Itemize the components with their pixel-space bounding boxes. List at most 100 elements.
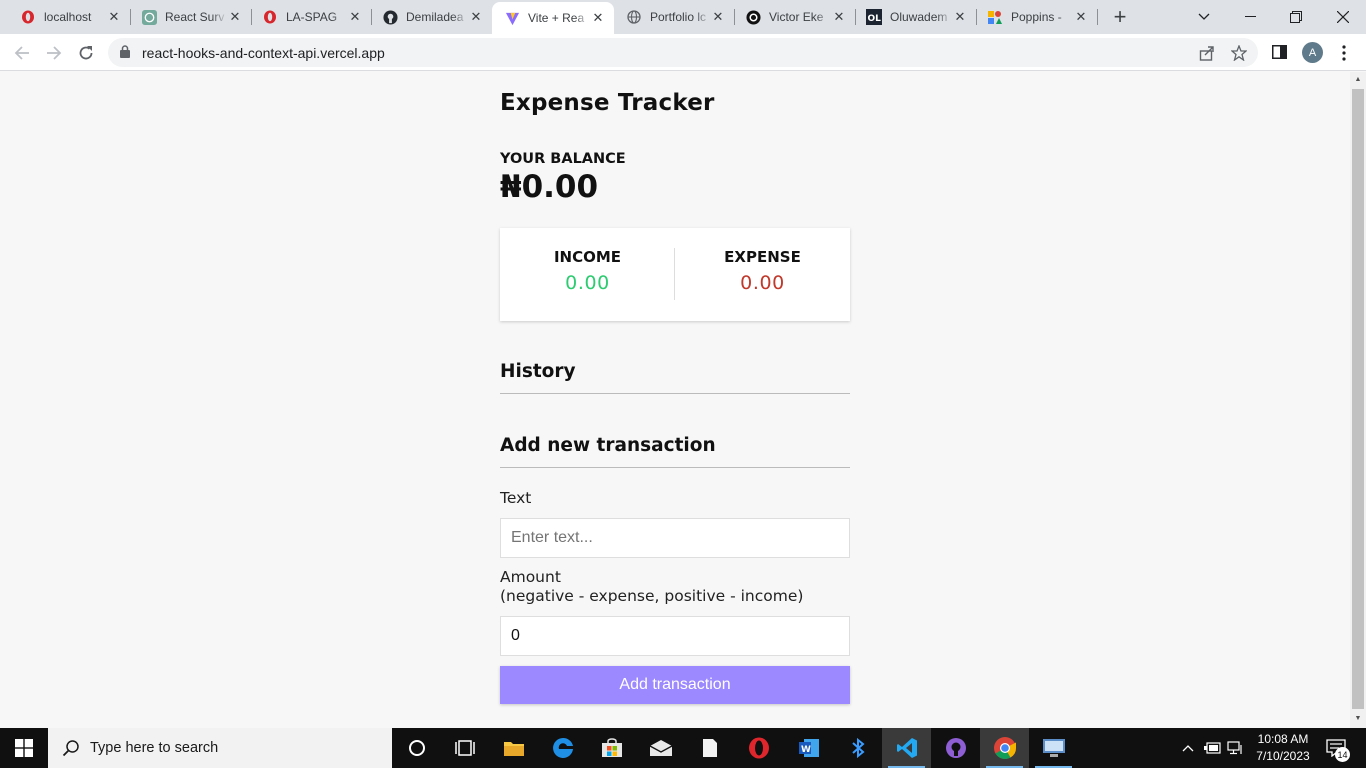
task-view-icon[interactable] [440, 728, 489, 768]
text-input[interactable] [500, 518, 850, 558]
tab-localhost[interactable]: localhost ✕ [0, 0, 130, 34]
notifications-icon[interactable]: 14 [1322, 728, 1350, 768]
tab-label: React Surv [165, 10, 225, 24]
vscode-icon[interactable] [882, 728, 931, 768]
app-title: Expense Tracker [500, 90, 715, 116]
close-icon[interactable]: ✕ [1073, 9, 1089, 25]
balance-label: YOUR BALANCE [500, 151, 626, 167]
text-field-label: Text [500, 489, 532, 507]
tab-portfolio[interactable]: Portfolio lc ✕ [614, 0, 734, 34]
lock-icon[interactable] [120, 45, 130, 63]
balance-amount: ₦0.00 [500, 169, 599, 205]
income-label: INCOME [553, 248, 622, 266]
tab-label: Portfolio lc [650, 10, 707, 24]
tab-poppins[interactable]: Poppins - ✕ [977, 0, 1097, 34]
github-icon [382, 9, 398, 25]
windows-start-icon[interactable] [0, 728, 48, 768]
clock-time: 10:08 AM [1257, 732, 1309, 746]
side-panel-icon[interactable] [1270, 43, 1288, 61]
tab-vite-react[interactable]: Vite + Rea ✕ [492, 2, 614, 34]
add-transaction-heading: Add new transaction [500, 435, 850, 468]
income-amount: 0.00 [565, 272, 610, 294]
tab-search-button[interactable] [1181, 0, 1227, 34]
remote-desktop-icon[interactable] [1029, 728, 1078, 768]
restore-button[interactable] [1273, 0, 1319, 34]
chrome-icon[interactable] [980, 728, 1029, 768]
close-icon[interactable]: ✕ [468, 9, 484, 25]
address-bar[interactable]: react-hooks-and-context-api.vercel.app [108, 38, 1258, 67]
file-explorer-icon[interactable] [489, 728, 538, 768]
close-window-button[interactable] [1320, 0, 1366, 34]
tab-label: LA-SPAG [286, 10, 338, 24]
amount-hint: (negative - expense, positive - income) [500, 587, 804, 605]
notification-count-badge: 14 [1335, 747, 1350, 762]
svg-text:OL: OL [868, 14, 882, 24]
notepad-icon[interactable] [685, 728, 734, 768]
microsoft-store-icon[interactable] [587, 728, 636, 768]
word-icon[interactable]: W [784, 728, 833, 768]
scroll-up-icon[interactable]: ▲ [1354, 76, 1362, 84]
ol-icon: OL [866, 9, 882, 25]
cortana-icon[interactable] [392, 728, 441, 768]
close-icon[interactable]: ✕ [831, 9, 847, 25]
tab-github[interactable]: Demiladea ✕ [372, 0, 492, 34]
tab-label: localhost [44, 10, 92, 24]
close-icon[interactable]: ✕ [227, 9, 243, 25]
battery-icon[interactable] [1201, 728, 1223, 768]
amount-input[interactable] [500, 616, 850, 656]
tab-oluwadem[interactable]: OL Oluwadem ✕ [856, 0, 976, 34]
vite-icon [504, 10, 520, 26]
search-icon [62, 739, 80, 757]
system-clock[interactable]: 10:08 AM 7/10/2023 [1250, 731, 1316, 765]
close-icon[interactable]: ✕ [347, 9, 363, 25]
svg-text:W: W [801, 745, 811, 755]
back-button[interactable] [9, 40, 35, 66]
scroll-down-icon[interactable]: ▼ [1354, 715, 1362, 723]
chatgpt-icon [141, 9, 157, 25]
tab-label: Vite + Rea [528, 11, 585, 25]
close-icon[interactable]: ✕ [710, 9, 726, 25]
share-icon[interactable] [1198, 44, 1216, 62]
url-text: react-hooks-and-context-api.vercel.app [142, 45, 385, 61]
forward-button[interactable] [41, 40, 67, 66]
mail-icon[interactable] [636, 728, 685, 768]
expense-amount: 0.00 [740, 272, 785, 294]
expense-column: EXPENSE 0.00 [675, 248, 850, 294]
site-icon [745, 9, 761, 25]
tab-label: Poppins - [1011, 10, 1062, 24]
opera-icon [20, 9, 36, 25]
taskbar-search[interactable]: Type here to search [48, 728, 392, 768]
tab-label: Demiladea [406, 10, 464, 24]
page-scrollbar[interactable]: ▲ ▼ [1350, 72, 1366, 728]
tab-victor-eke[interactable]: Victor Eke ✕ [735, 0, 855, 34]
income-expense-card: INCOME 0.00 EXPENSE 0.00 [500, 228, 850, 321]
history-heading: History [500, 361, 850, 394]
tab-react-survey[interactable]: React Surv ✕ [131, 0, 251, 34]
close-icon[interactable]: ✕ [590, 10, 606, 26]
scrollbar-thumb[interactable] [1352, 89, 1364, 709]
opera-taskbar-icon[interactable] [734, 728, 783, 768]
search-placeholder: Type here to search [90, 740, 219, 756]
bookmark-star-icon[interactable] [1230, 44, 1248, 62]
close-icon[interactable]: ✕ [106, 9, 122, 25]
page-viewport: Expense Tracker YOUR BALANCE ₦0.00 INCOM… [0, 72, 1350, 728]
minimize-button[interactable] [1227, 0, 1273, 34]
amount-field-label: Amount (negative - expense, positive - i… [500, 568, 803, 606]
browser-menu-icon[interactable] [1337, 42, 1351, 64]
bluetooth-icon[interactable] [833, 728, 882, 768]
opera-icon [262, 9, 278, 25]
reload-button[interactable] [73, 40, 99, 66]
clock-date: 7/10/2023 [1256, 749, 1310, 763]
network-icon[interactable] [1225, 728, 1247, 768]
github-desktop-icon[interactable] [931, 728, 980, 768]
tab-strip: localhost ✕ React Surv ✕ LA-SPAG ✕ Demil… [0, 0, 1366, 34]
show-hidden-icons-icon[interactable] [1178, 728, 1198, 768]
new-tab-button[interactable]: + [1108, 4, 1132, 29]
tab-la-spag[interactable]: LA-SPAG ✕ [252, 0, 371, 34]
profile-avatar[interactable]: A [1302, 42, 1323, 63]
edge-icon[interactable] [538, 728, 587, 768]
google-fonts-icon [987, 9, 1003, 25]
windows-taskbar: Type here to search W 10:08 AM 7/10/2023… [0, 728, 1366, 768]
close-icon[interactable]: ✕ [952, 9, 968, 25]
add-transaction-button[interactable]: Add transaction [500, 666, 850, 704]
